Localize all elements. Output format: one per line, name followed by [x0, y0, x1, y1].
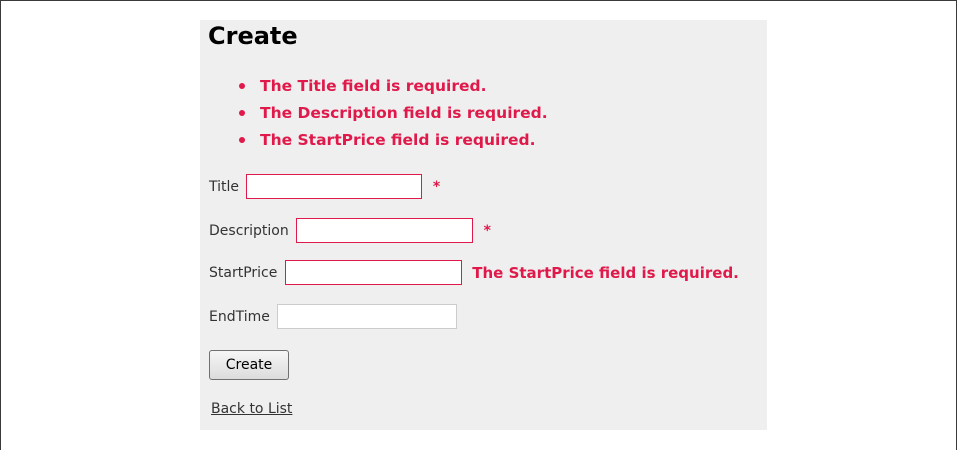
validation-error-text: The Title field is required. — [260, 77, 487, 95]
startprice-input[interactable] — [284, 260, 462, 285]
title-field-row: Title * — [209, 174, 440, 199]
bullet-icon — [239, 110, 245, 116]
validation-error-item: The Description field is required. — [230, 102, 548, 129]
title-required-marker: * — [432, 178, 441, 195]
create-form-panel: Create The Title field is required. The … — [200, 20, 767, 430]
bullet-icon — [239, 83, 245, 89]
startprice-field-row: StartPrice The StartPrice field is requi… — [209, 260, 739, 285]
window-top-border — [0, 0, 957, 1]
window-left-border — [0, 0, 1, 450]
page-title: Create — [208, 22, 298, 50]
back-to-list-link[interactable]: Back to List — [211, 401, 292, 417]
endtime-input[interactable] — [277, 304, 458, 329]
validation-error-item: The Title field is required. — [230, 75, 548, 102]
description-input[interactable] — [296, 218, 474, 243]
title-input[interactable] — [246, 174, 423, 199]
startprice-error-message: The StartPrice field is required. — [472, 263, 739, 282]
description-required-marker: * — [483, 222, 491, 239]
endtime-field-row: EndTime — [209, 304, 458, 329]
startprice-label: StartPrice — [209, 264, 278, 281]
validation-error-text: The Description field is required. — [260, 104, 548, 122]
create-button[interactable]: Create — [209, 350, 289, 380]
bullet-icon — [239, 137, 245, 143]
description-label: Description — [209, 222, 289, 239]
description-field-row: Description * — [209, 218, 491, 243]
title-label: Title — [209, 178, 240, 195]
validation-summary: The Title field is required. The Descrip… — [230, 75, 548, 156]
validation-error-text: The StartPrice field is required. — [260, 131, 536, 149]
validation-error-item: The StartPrice field is required. — [230, 129, 548, 156]
endtime-label: EndTime — [209, 308, 270, 325]
